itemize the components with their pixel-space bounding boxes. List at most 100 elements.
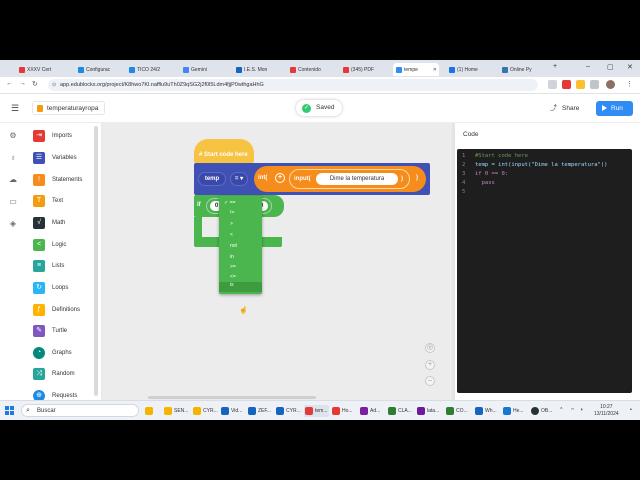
taskbar-search-field[interactable]: ⌕ Buscar [21, 404, 139, 417]
graphs-icon: ◔ [33, 347, 45, 359]
share-icon: ⤴ [550, 105, 557, 112]
zoom-in-icon[interactable]: + [425, 360, 435, 370]
category-lists[interactable]: ≡ Lists [33, 259, 64, 273]
taskbar-app[interactable]: OB... [531, 405, 552, 417]
share-button[interactable]: ⤴ Share [546, 101, 583, 116]
minimize-icon[interactable]: – [586, 63, 590, 70]
category-turtle[interactable]: ✎ Turtle [33, 324, 67, 338]
forward-icon[interactable]: → [19, 80, 26, 87]
tray-chevron-icon[interactable]: ^ [560, 407, 563, 413]
dropdown-option-is[interactable]: is [219, 282, 262, 292]
dropdown-option-greater-equal[interactable]: >= [230, 264, 236, 270]
windows-start-icon[interactable] [5, 406, 14, 415]
taskbar-app[interactable]: ZEF... [248, 405, 271, 417]
category-math[interactable]: √ Math [33, 216, 65, 230]
settings-icon[interactable]: ⚙ [8, 131, 18, 141]
site-info-icon[interactable]: ⊙ [52, 79, 56, 91]
category-logic[interactable]: < Logic [33, 238, 66, 252]
browser-tab[interactable]: XXXV Cert [16, 63, 64, 76]
dropdown-option-greater[interactable]: > [230, 221, 233, 227]
prompt-text-field[interactable]: Dime la temperatura [316, 173, 398, 185]
extension-icon[interactable] [548, 80, 557, 89]
run-button[interactable]: Run [596, 101, 633, 116]
volume-icon[interactable]: ◖ [580, 407, 583, 413]
puzzle-icon[interactable] [590, 80, 599, 89]
menu-icon[interactable]: ☰ [11, 103, 19, 114]
browser-menu-icon[interactable]: ⋮ [626, 80, 633, 88]
category-loops[interactable]: ↻ Loops [33, 281, 68, 295]
category-random[interactable]: ⤨ Random [33, 367, 75, 381]
wifi-icon[interactable]: ⌔ [570, 407, 575, 414]
cloud-icon[interactable]: ☁ [8, 175, 18, 185]
new-tab-icon[interactable]: + [553, 63, 557, 70]
notification-icon[interactable]: ▪ [630, 407, 632, 413]
variable-dropdown[interactable]: temp [198, 172, 226, 186]
maximize-icon[interactable]: ▢ [607, 63, 614, 71]
browser-tab[interactable]: Configurac [75, 63, 123, 76]
extension-icon[interactable] [562, 80, 571, 89]
taskbar-app-active[interactable]: tem... [304, 405, 329, 417]
folder-icon[interactable]: ▭ [8, 197, 18, 207]
browser-tab[interactable]: (345) PDF [340, 63, 388, 76]
dropdown-option-less[interactable]: < [230, 232, 233, 238]
category-variables[interactable]: ☰ Variables [33, 151, 77, 165]
cube-icon[interactable]: ◈ [8, 219, 18, 229]
browser-tab[interactable]: I.E.S. Mon [233, 63, 281, 76]
recenter-icon[interactable]: ◎ [425, 343, 435, 353]
browser-tab[interactable]: Gemini [180, 63, 228, 76]
assignment-block[interactable]: temp = ▾ int( + input( Dime la temperatu… [194, 163, 430, 195]
taskbar-app[interactable]: lata... [417, 405, 439, 417]
avatar[interactable] [606, 80, 615, 89]
taskbar-app[interactable]: CO... [446, 405, 468, 417]
start-hat-block[interactable]: # Start code here [194, 139, 254, 163]
add-argument-icon[interactable]: + [275, 173, 285, 183]
zoom-out-icon[interactable]: – [425, 376, 435, 386]
browser-tab-active[interactable]: tempe ✕ [393, 63, 439, 76]
category-statements[interactable]: ! Statements [33, 173, 82, 187]
close-window-icon[interactable]: ✕ [627, 63, 633, 71]
dropdown-option-not-equal[interactable]: != [230, 210, 234, 216]
dropdown-option-in[interactable]: in [230, 254, 234, 260]
turtle-icon: ✎ [33, 325, 45, 337]
category-imports[interactable]: ⇥ Imports [33, 129, 72, 143]
taskbar-app[interactable]: CLA... [388, 405, 412, 417]
excel-icon [388, 407, 396, 415]
category-text[interactable]: T Text [33, 194, 63, 208]
taskbar-app[interactable]: He... [503, 405, 524, 417]
extension-icon[interactable] [576, 80, 585, 89]
category-requests[interactable]: ⊕ Requests [33, 389, 77, 400]
browser-tab[interactable]: Contenido [287, 63, 335, 76]
reload-icon[interactable]: ↻ [32, 80, 38, 88]
project-name-field[interactable]: temperaturayropa [32, 101, 106, 115]
back-icon[interactable]: ← [6, 80, 13, 87]
toolbox-scrollbar[interactable] [94, 126, 98, 396]
input-function-block[interactable]: input( Dime la temperatura ) [289, 169, 410, 189]
taskbar-app[interactable]: CYR... [276, 405, 301, 417]
block-workspace[interactable]: # Start code here temp = ▾ int( + input(… [102, 123, 452, 400]
taskbar-clock[interactable]: 10:27 13/11/2024 [594, 404, 619, 418]
taskbar-app[interactable]: SEN... [164, 405, 188, 417]
lightbulb-icon[interactable]: ♁ [8, 153, 18, 163]
browser-tab[interactable]: TICO 24/2 [126, 63, 174, 76]
browser-tab[interactable]: (1) Home [446, 63, 494, 76]
tab-code[interactable]: Code [463, 131, 479, 138]
browser-tab[interactable]: Online Py [499, 63, 547, 76]
taskbar-app[interactable]: Wh... [475, 405, 497, 417]
taskbar-app[interactable]: Vid... [221, 405, 242, 417]
taskbar-app[interactable]: Ad... [360, 405, 380, 417]
close-tab-icon[interactable]: ✕ [433, 67, 437, 73]
taskbar-app[interactable]: Ho... [332, 405, 353, 417]
dropdown-option-less-equal[interactable]: <= [230, 274, 236, 280]
taskbar-app[interactable] [145, 405, 155, 417]
category-graphs[interactable]: ◔ Graphs [33, 346, 72, 360]
assign-operator-dropdown[interactable]: = ▾ [230, 172, 248, 186]
category-definitions[interactable]: ƒ Definitions [33, 303, 80, 317]
taskbar-app[interactable]: CYR... [193, 405, 218, 417]
code-editor[interactable]: 1 #Start code here 2 temp = int(input("D… [457, 149, 632, 393]
workspace-scrollbar[interactable] [148, 396, 316, 399]
url-field[interactable]: ⊙ app.edublocks.org/project/K8hwo7Kl.naff… [48, 79, 538, 91]
int-function-block[interactable]: int( + input( Dime la temperatura ) ) [254, 166, 426, 192]
browser-tab-strip: XXXV Cert Configurac TICO 24/2 Gemini I.… [0, 60, 640, 77]
dropdown-option-equal[interactable]: ✓ == [224, 200, 235, 206]
dropdown-option-not[interactable]: not [230, 243, 237, 249]
